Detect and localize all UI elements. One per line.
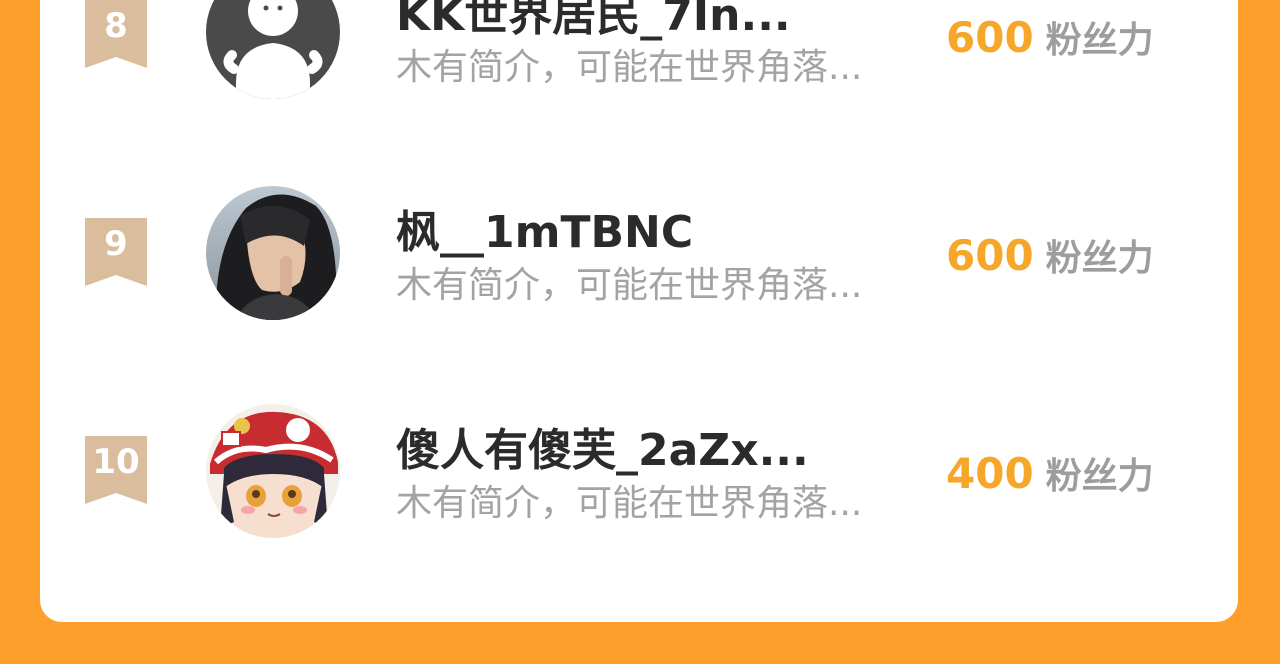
user-name[interactable]: KK世界居民_7In... <box>396 0 791 42</box>
avatar[interactable] <box>206 186 340 320</box>
ranking-row[interactable]: 8 KK世界居民_7In... 木有简介，可能在世界角落... 600 粉丝力 <box>40 0 1238 160</box>
default-user-avatar-icon <box>206 0 340 99</box>
fan-power-score: 600 粉丝力 <box>946 12 1154 73</box>
fan-power-score: 600 粉丝力 <box>946 230 1154 291</box>
rank-badge: 9 <box>85 218 147 286</box>
anime-character-avatar-icon <box>206 404 340 538</box>
rank-badge: 10 <box>85 436 147 504</box>
score-value: 400 <box>946 449 1034 498</box>
user-name[interactable]: 枫__1mTBNC <box>396 207 693 259</box>
rank-number: 10 <box>92 442 140 482</box>
fan-power-score: 400 粉丝力 <box>946 448 1154 509</box>
user-bio: 木有简介，可能在世界角落... <box>396 483 863 524</box>
ranking-card: 8 KK世界居民_7In... 木有简介，可能在世界角落... 600 粉丝力 9 <box>40 0 1238 622</box>
rank-badge: 8 <box>85 0 147 68</box>
score-value: 600 <box>946 231 1034 280</box>
score-unit: 粉丝力 <box>1045 456 1154 497</box>
rank-number: 8 <box>104 6 128 46</box>
user-name[interactable]: 傻人有傻芙_2aZx... <box>396 425 809 477</box>
avatar[interactable] <box>206 404 340 538</box>
user-bio: 木有简介，可能在世界角落... <box>396 265 863 306</box>
score-value: 600 <box>946 13 1034 62</box>
rank-number: 9 <box>104 224 128 264</box>
ranking-row[interactable]: 9 枫__1mTBNC 木有简介，可能在世界角落... 600 粉丝力 <box>40 178 1238 378</box>
user-photo-icon <box>206 186 340 320</box>
score-unit: 粉丝力 <box>1045 238 1154 279</box>
avatar[interactable] <box>206 0 340 99</box>
ranking-row[interactable]: 10 傻人有傻芙_2aZx... 木有简介，可能在世界角落... 400 粉丝力 <box>40 396 1238 596</box>
user-bio: 木有简介，可能在世界角落... <box>396 47 863 88</box>
score-unit: 粉丝力 <box>1045 20 1154 61</box>
